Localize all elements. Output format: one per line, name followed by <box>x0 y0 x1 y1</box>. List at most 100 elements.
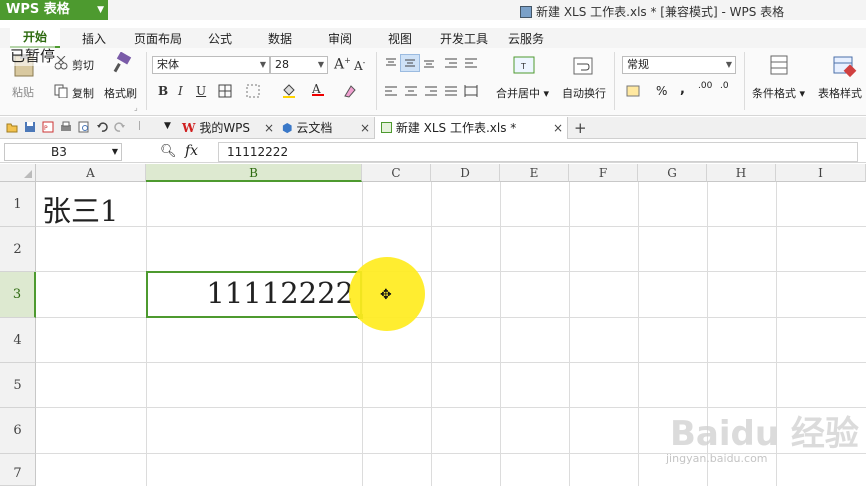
undo-icon[interactable] <box>96 121 108 133</box>
number-format-value: 常规 <box>627 58 649 71</box>
row-header-7[interactable]: 7 <box>0 454 36 486</box>
grow-font-button[interactable]: A+ <box>334 56 351 73</box>
divider <box>376 52 377 110</box>
decrease-decimal-button[interactable]: .0 <box>720 81 729 91</box>
tab-review[interactable]: 审阅 <box>328 30 352 47</box>
font-name-select[interactable]: 宋体 ▼ <box>152 56 270 74</box>
spreadsheet-icon <box>381 122 392 133</box>
italic-button[interactable]: I <box>178 84 183 98</box>
grid-line <box>362 182 363 486</box>
insert-function-button[interactable]: fx <box>185 143 198 159</box>
export-pdf-icon[interactable]: P <box>42 121 54 133</box>
doctab-cloud-docs[interactable]: ⬢ 云文档 <box>282 117 372 139</box>
wrap-text-icon[interactable] <box>572 56 594 78</box>
customize-quick-access-icon[interactable]: ▼ <box>164 121 171 131</box>
tab-page-layout[interactable]: 页面布局 <box>134 30 182 47</box>
doctab-active-workbook[interactable]: 新建 XLS 工作表.xls * × <box>374 117 568 139</box>
fill-color-icon[interactable] <box>282 84 296 98</box>
close-icon[interactable]: × <box>360 121 370 135</box>
scissors-icon[interactable] <box>54 56 68 70</box>
formula-input[interactable]: 11112222 <box>218 142 858 162</box>
tab-view[interactable]: 视图 <box>388 30 412 47</box>
new-tab-button[interactable]: + <box>574 119 587 137</box>
merge-center-button[interactable]: 合并居中 ▾ <box>496 85 549 101</box>
clipboard-expand-icon[interactable]: ⌟ <box>134 103 138 112</box>
percent-button[interactable]: % <box>656 84 667 98</box>
tab-developer[interactable]: 开发工具 <box>440 30 488 47</box>
name-box[interactable]: B3 ▼ <box>4 143 122 161</box>
wps-w-icon: W <box>182 121 196 135</box>
table-style-icon[interactable] <box>832 54 858 78</box>
tab-formulas[interactable]: 公式 <box>208 30 232 47</box>
row-header-6[interactable]: 6 <box>0 408 36 454</box>
align-middle-button[interactable] <box>400 54 420 72</box>
row-header-4[interactable]: 4 <box>0 318 36 363</box>
column-header-i[interactable]: I <box>776 164 866 182</box>
grid-line <box>500 182 501 486</box>
paused-overlay-text: 已暂停 <box>10 45 56 66</box>
clear-format-icon[interactable] <box>342 84 356 98</box>
tab-data[interactable]: 数据 <box>268 30 292 47</box>
tab-cloud[interactable]: 云服务 <box>508 30 544 47</box>
cell-a1[interactable]: 张三1 <box>42 188 118 230</box>
align-top-icon[interactable] <box>384 56 398 70</box>
indent-decrease-icon[interactable] <box>444 56 458 70</box>
align-bottom-icon[interactable] <box>422 56 436 70</box>
align-right-icon[interactable] <box>424 84 438 98</box>
align-center-icon[interactable] <box>404 84 418 98</box>
divider <box>614 52 615 110</box>
indent-increase-icon[interactable] <box>464 56 478 70</box>
select-all-corner[interactable] <box>0 164 36 182</box>
distribute-icon[interactable] <box>464 84 478 98</box>
open-folder-icon[interactable] <box>6 121 18 133</box>
save-icon[interactable] <box>24 121 36 133</box>
border-icon[interactable] <box>218 84 232 98</box>
format-painter-icon[interactable] <box>112 52 134 74</box>
font-color-button[interactable]: A <box>312 82 324 96</box>
zoom-search-icon[interactable]: 🔍︎ <box>160 144 177 159</box>
number-format-select[interactable]: 常规 ▼ <box>622 56 736 74</box>
redo-icon[interactable] <box>114 121 126 133</box>
copy-button[interactable]: 复制 <box>72 85 94 101</box>
print-icon[interactable] <box>60 121 72 133</box>
shrink-font-button[interactable]: A- <box>354 58 365 73</box>
column-header-b[interactable]: B <box>146 164 362 182</box>
close-icon[interactable]: × <box>264 121 274 135</box>
table-style-button[interactable]: 表格样式 <box>818 85 862 101</box>
close-icon[interactable]: × <box>553 117 563 139</box>
align-left-icon[interactable] <box>384 84 398 98</box>
tab-insert[interactable]: 插入 <box>82 30 106 47</box>
justify-icon[interactable] <box>444 84 458 98</box>
bold-button[interactable]: B <box>158 84 168 98</box>
column-header-e[interactable]: E <box>500 164 569 182</box>
column-header-c[interactable]: C <box>362 164 431 182</box>
column-header-g[interactable]: G <box>638 164 707 182</box>
column-header-h[interactable]: H <box>707 164 776 182</box>
copy-icon[interactable] <box>54 84 68 98</box>
increase-decimal-button[interactable]: .00 <box>698 81 712 91</box>
active-cell-border <box>146 271 362 318</box>
row-header-2[interactable]: 2 <box>0 227 36 272</box>
merge-border-icon[interactable] <box>246 84 260 98</box>
row-header-1[interactable]: 1 <box>0 182 36 227</box>
column-header-f[interactable]: F <box>569 164 638 182</box>
column-header-a[interactable]: A <box>36 164 146 182</box>
merge-cells-icon[interactable]: T <box>512 54 536 78</box>
underline-button[interactable]: U <box>196 84 206 98</box>
cut-button[interactable]: 剪切 <box>72 57 94 73</box>
chevron-down-icon: ▼ <box>259 60 266 69</box>
currency-icon[interactable] <box>626 84 640 98</box>
wrap-text-button[interactable]: 自动换行 <box>562 85 606 101</box>
print-preview-icon[interactable] <box>78 121 90 133</box>
format-painter-button[interactable]: 格式刷 <box>104 85 137 101</box>
font-size-select[interactable]: 28 ▼ <box>270 56 328 74</box>
wps-logo-menu[interactable]: WPS 表格 ▼ <box>0 0 108 20</box>
conditional-format-icon[interactable] <box>768 54 792 78</box>
row-header-5[interactable]: 5 <box>0 363 36 408</box>
app-logo-text: WPS 表格 <box>6 2 70 17</box>
paste-button[interactable]: 粘贴 <box>12 84 34 100</box>
conditional-format-button[interactable]: 条件格式 ▾ <box>752 85 805 101</box>
column-header-d[interactable]: D <box>431 164 500 182</box>
comma-button[interactable]: , <box>680 82 685 97</box>
row-header-3[interactable]: 3 <box>0 272 36 318</box>
